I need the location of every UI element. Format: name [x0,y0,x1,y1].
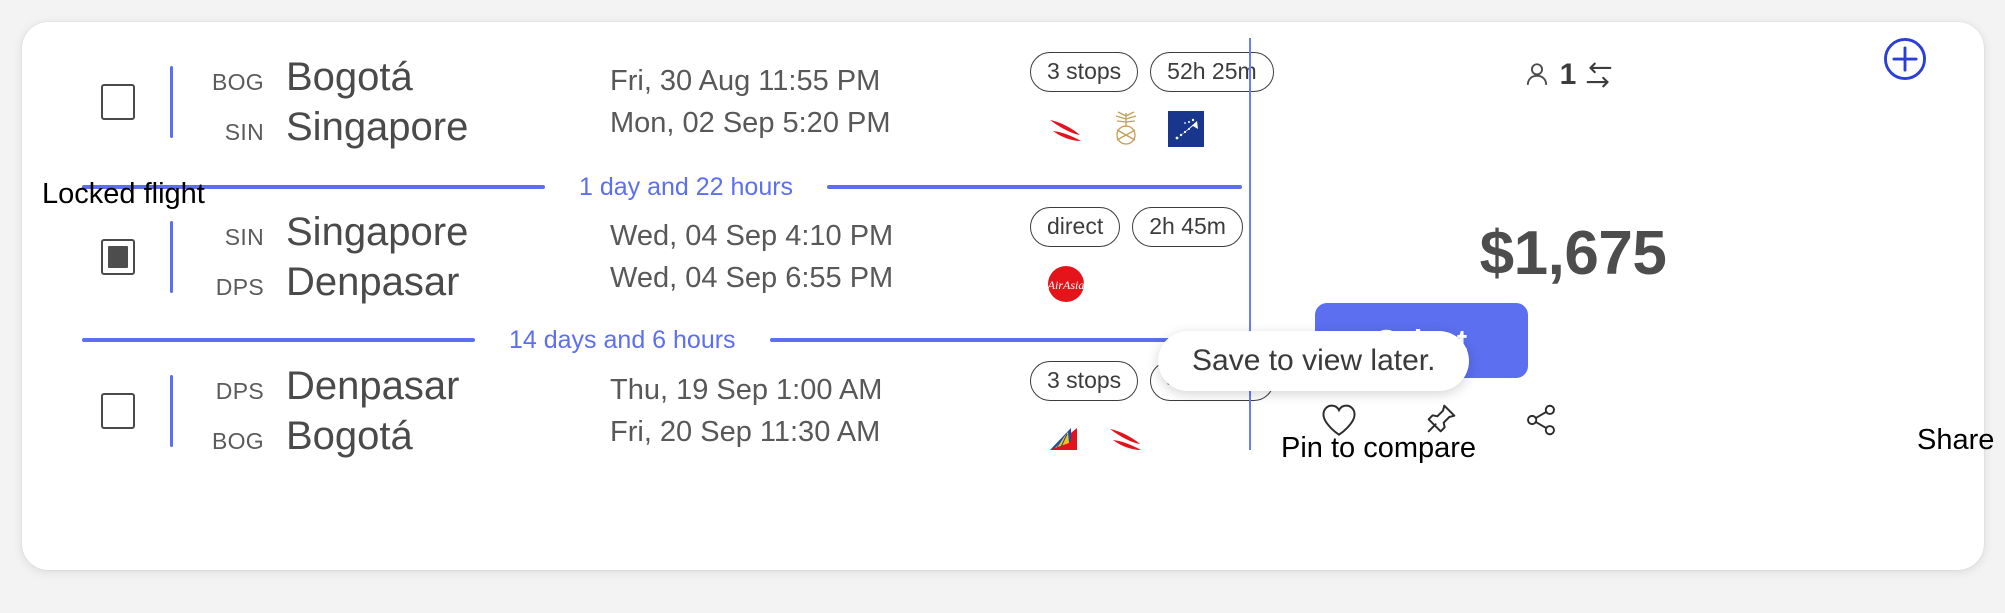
leg-checkbox-wrapper[interactable] [98,391,138,431]
leg-times: Thu, 19 Sep 1:00 AM Fri, 20 Sep 11:30 AM [610,372,882,450]
leg-badges: 3 stops 52h 25m [1030,52,1274,92]
arrival-datetime: Wed, 04 Sep 6:55 PM [610,262,894,294]
destination-line: BOG Bogotá [200,413,459,459]
route-accent-bar [170,221,173,293]
leg-checkbox[interactable] [101,393,135,429]
leg-meta: direct 2h 45m AirAsia [1030,207,1243,307]
garuda-logo [1168,111,1204,147]
itinerary-card: BOG Bogotá SIN Singapore Fri, 30 Aug 11:… [22,22,1984,570]
departure-datetime: Thu, 19 Sep 1:00 AM [610,374,883,406]
leg-times: Wed, 04 Sep 4:10 PM Wed, 04 Sep 6:55 PM [610,218,893,296]
airline-logos: AirAsia [1030,261,1088,307]
leg-checkbox-locked[interactable] [101,239,135,275]
locked-flight-label: Locked flight [42,178,205,210]
origin-airport-code: SIN [224,224,264,250]
route-block: SIN Singapore DPS Denpasar [200,209,469,305]
origin-line: DPS Denpasar [200,363,460,409]
origin-city-name: Denpasar [286,364,460,408]
person-icon [1526,63,1547,85]
leg-times: Fri, 30 Aug 11:55 PM Mon, 02 Sep 5:20 PM [610,63,891,141]
destination-airport-code: SIN [224,119,264,145]
destination-city-name: Singapore [286,105,469,149]
airline-logos [1030,106,1208,152]
destination-city-name: Denpasar [286,260,460,304]
departure-datetime: Wed, 04 Sep 4:10 PM [610,220,894,252]
total-price: $1,675 [1479,219,1667,288]
duration-badge: 2h 45m [1132,207,1243,247]
plus-circle-icon[interactable] [1882,36,1928,82]
route-accent-bar [170,375,173,447]
share-label: Share [1917,424,1995,456]
iberia-logo [1050,120,1081,141]
origin-city-name: Singapore [286,210,469,254]
layover-line-right [827,185,1242,189]
leg-meta: 3 stops 52h 25m [1030,52,1274,152]
airasia-logo: AirAsia [1047,266,1085,302]
leg-checkbox-wrapper[interactable] [98,237,138,277]
origin-airport-code: DPS [215,378,264,404]
arrival-datetime: Mon, 02 Sep 5:20 PM [610,107,891,139]
route-block: DPS Denpasar BOG Bogotá [200,363,459,459]
destination-airport-code: DPS [215,274,264,300]
pin-to-compare-label: Pin to compare [1281,432,1477,464]
iberia-logo [1110,429,1141,450]
destination-line: DPS Denpasar [200,259,468,305]
destination-airport-code: BOG [211,428,264,454]
route-accent-bar [170,66,173,138]
passenger-summary: 1 [1262,58,1984,92]
origin-line: SIN Singapore [200,209,469,255]
passenger-count: 1 [1559,58,1577,91]
leg-checkbox[interactable] [101,84,135,120]
origin-line: BOG Bogotá [200,54,468,100]
layover-line-left [82,338,475,342]
price-panel: 1 $1,675 Select [1262,22,1984,570]
stops-badge: direct [1030,207,1121,247]
origin-airport-code: BOG [211,69,264,95]
departure-datetime: Fri, 30 Aug 11:55 PM [610,65,881,97]
share-icon [1527,404,1555,436]
origin-city-name: Bogotá [286,55,413,99]
save-tooltip: Save to view later. [1158,331,1470,391]
destination-city-name: Bogotá [286,414,413,458]
arrival-datetime: Fri, 20 Sep 11:30 AM [610,416,881,448]
philippine-airlines-logo [1050,428,1077,450]
destination-line: SIN Singapore [200,104,469,150]
leg-badges: direct 2h 45m [1030,207,1243,247]
swap-arrows-icon[interactable] [1582,58,1616,92]
duration-badge: 52h 25m [1150,52,1274,92]
saudia-logo [1115,111,1137,145]
svg-text:AirAsia: AirAsia [1047,278,1085,292]
airline-logos [1030,415,1148,461]
route-block: BOG Bogotá SIN Singapore [200,54,468,150]
share-button[interactable] [1516,397,1566,443]
leg-checkbox-wrapper[interactable] [98,82,138,122]
stops-badge: 3 stops [1030,361,1139,401]
stops-badge: 3 stops [1030,52,1139,92]
